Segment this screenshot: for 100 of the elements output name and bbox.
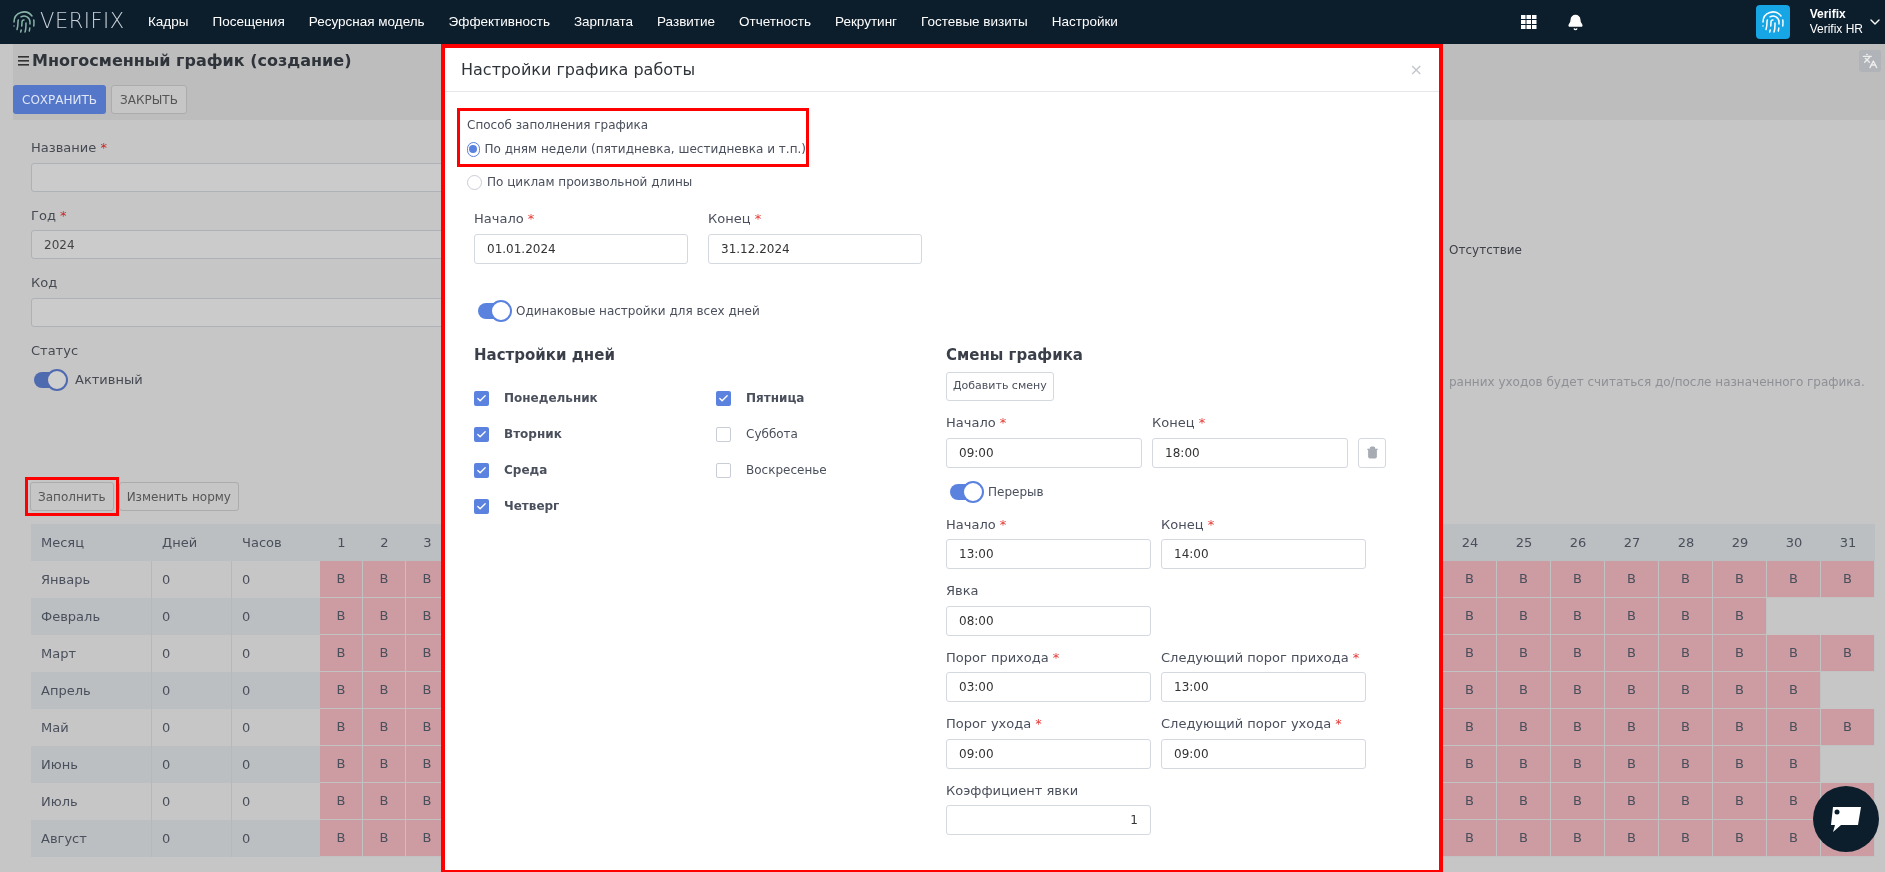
- toggle-label: Одинаковые настройки для всех дней: [516, 302, 760, 320]
- field-label: Статус: [31, 341, 79, 360]
- nav-menu-item[interactable]: Зарплата: [573, 11, 634, 33]
- table-cell: В: [1551, 709, 1605, 746]
- table-cell: В: [1821, 561, 1875, 598]
- table-cell: В: [363, 635, 406, 672]
- column-header: 25: [1497, 524, 1551, 561]
- table-cell: В: [1767, 820, 1821, 857]
- table-cell: В: [363, 672, 406, 709]
- table-cell: В: [1443, 635, 1497, 672]
- input-field[interactable]: 09:00: [946, 738, 1151, 769]
- checkbox[interactable]: [716, 390, 731, 406]
- close-button[interactable]: ЗАКРЫТЬ: [111, 85, 187, 114]
- input-field[interactable]: 18:00: [1152, 437, 1349, 468]
- input-field[interactable]: 13:00: [1161, 672, 1366, 702]
- input-field[interactable]: 08:00: [946, 605, 1151, 636]
- table-cell: В: [1767, 672, 1821, 709]
- table-cell: В: [363, 820, 406, 857]
- field-label: Начало *: [946, 515, 1007, 534]
- input-field[interactable]: 01.01.2024: [474, 233, 688, 264]
- radio-label: По циклам произвольной длины: [487, 174, 693, 191]
- table-cell: В: [1821, 635, 1875, 672]
- table-cell: В: [1497, 746, 1551, 783]
- apps-grid-icon[interactable]: [1520, 15, 1537, 29]
- table-cell: Апрель: [31, 672, 152, 709]
- input-field[interactable]: 13:00: [946, 539, 1151, 569]
- column-header: 2: [363, 524, 406, 561]
- nav-menu-item[interactable]: Посещения: [212, 11, 285, 33]
- column-header: 31: [1821, 524, 1875, 561]
- nav-menu-item[interactable]: Настройки: [1051, 11, 1118, 33]
- table-cell: В: [1821, 709, 1875, 746]
- toggle-label: Активный: [75, 371, 143, 389]
- toggle-switch[interactable]: [950, 483, 982, 500]
- notifications-bell-icon[interactable]: [1566, 13, 1584, 31]
- field-label: Коэффициент явки: [946, 781, 1079, 800]
- table-cell: В: [1551, 561, 1605, 598]
- column-header: Дней: [152, 524, 232, 561]
- checkbox[interactable]: [474, 462, 489, 478]
- table-cell: В: [1713, 709, 1767, 746]
- table-cell: Февраль: [31, 598, 152, 635]
- field-label: Следующий порог ухода *: [1161, 715, 1342, 733]
- avatar[interactable]: [1755, 5, 1790, 39]
- column-header: Часов: [232, 524, 320, 561]
- check-icon: [476, 392, 487, 404]
- table-cell: В: [1767, 783, 1821, 820]
- checkbox[interactable]: [474, 498, 489, 514]
- checkbox-label: Суббота: [746, 426, 798, 443]
- table-cell: В: [1767, 709, 1821, 746]
- nav-menu-item[interactable]: Кадры: [148, 11, 189, 33]
- nav-menu-item[interactable]: Ресурсная модель: [308, 11, 425, 33]
- toggle-switch[interactable]: [34, 371, 66, 388]
- table-cell: В: [1659, 709, 1713, 746]
- save-button[interactable]: СОХРАНИТЬ: [13, 85, 107, 114]
- table-cell: В: [1443, 561, 1497, 598]
- check-icon: [476, 464, 487, 476]
- delete-button[interactable]: [1358, 437, 1386, 468]
- field-label: Год *: [31, 206, 67, 225]
- table-cell: Август: [31, 820, 152, 857]
- radio-button[interactable]: [467, 174, 482, 190]
- table-cell: В: [1605, 820, 1659, 857]
- checkbox[interactable]: [474, 390, 489, 406]
- checkbox[interactable]: [716, 462, 731, 478]
- logo-icon: [12, 9, 36, 35]
- table-cell: 0: [152, 746, 232, 783]
- trash-icon: [1365, 446, 1379, 459]
- radio-button[interactable]: [467, 141, 480, 157]
- column-header: 26: [1551, 524, 1605, 561]
- checkbox[interactable]: [474, 426, 489, 442]
- column-header: 29: [1713, 524, 1767, 561]
- table-cell: В: [1659, 746, 1713, 783]
- checkbox[interactable]: [716, 426, 731, 442]
- table-cell: В: [1659, 635, 1713, 672]
- table-cell: В: [1767, 746, 1821, 783]
- table-cell: 0: [152, 820, 232, 857]
- table-cell: В: [1551, 746, 1605, 783]
- input-field[interactable]: 31.12.2024: [708, 233, 922, 264]
- section-heading: Настройки дней: [474, 344, 616, 366]
- input-field[interactable]: 09:00: [1161, 738, 1366, 769]
- nav-menu-item[interactable]: Эффективность: [448, 11, 550, 33]
- input-field[interactable]: 1: [946, 805, 1151, 835]
- check-icon: [476, 500, 487, 512]
- table-cell: Июнь: [31, 746, 152, 783]
- table-cell: В: [1605, 561, 1659, 598]
- nav-menu-item[interactable]: Рекрутинг: [835, 11, 898, 33]
- nav-menu-item[interactable]: Гостевые визиты: [921, 11, 1028, 33]
- table-cell: В: [320, 783, 363, 820]
- field-label: Конец *: [1152, 414, 1206, 432]
- table-cell: В: [1605, 709, 1659, 746]
- toggle-switch[interactable]: [478, 302, 510, 319]
- nav-menu-item[interactable]: Отчетность: [739, 11, 811, 33]
- input-field[interactable]: 14:00: [1161, 539, 1366, 569]
- input-field[interactable]: 09:00: [946, 437, 1143, 468]
- nav-menu-item[interactable]: Развитие: [657, 11, 716, 33]
- input-field[interactable]: 03:00: [946, 672, 1151, 702]
- add-shift-button[interactable]: Добавить смену: [946, 372, 1054, 401]
- menu-icon[interactable]: [18, 56, 29, 66]
- checkbox-label: Пятница: [746, 390, 805, 407]
- change-norm-button[interactable]: Изменить норму: [118, 482, 239, 511]
- checkbox-label: Среда: [504, 462, 548, 479]
- fill-button[interactable]: Заполнить: [30, 482, 114, 511]
